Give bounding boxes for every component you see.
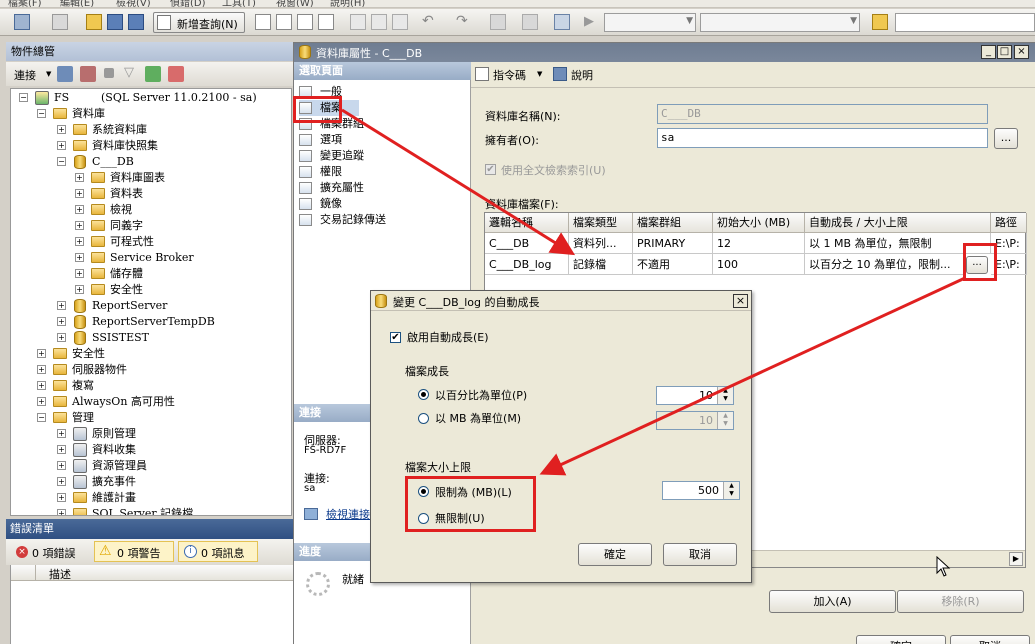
arrow-files-to-grid	[341, 108, 576, 256]
mouse-cursor-icon	[936, 556, 951, 577]
arrow-edit-to-maxsize	[539, 276, 966, 476]
annotation-arrows	[341, 108, 966, 476]
